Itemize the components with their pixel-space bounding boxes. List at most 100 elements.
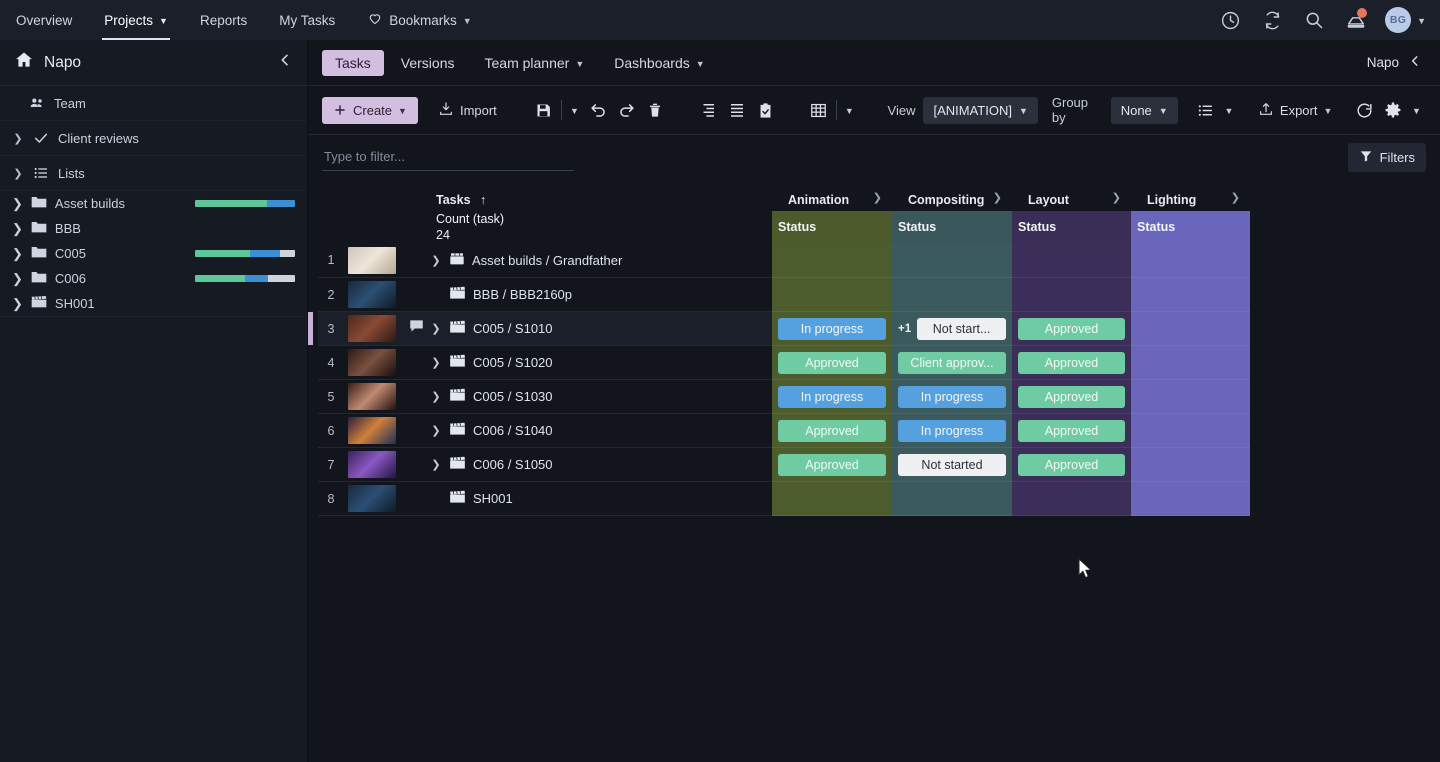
row-note-cell[interactable] <box>402 277 430 312</box>
status-chip[interactable]: In progress <box>898 385 1006 408</box>
sidebar-folder-c006[interactable]: ❯ C006 <box>0 266 307 291</box>
status-chip[interactable]: Approved <box>1018 351 1125 374</box>
undo-icon[interactable] <box>584 95 613 125</box>
inbox-icon[interactable] <box>1337 0 1375 40</box>
table-row[interactable]: 5 ❯ C005 / S1030 In progress In progress A… <box>318 379 1250 414</box>
status-cell-animation[interactable]: Approved <box>772 413 892 448</box>
status-cell-layout[interactable] <box>1012 243 1131 278</box>
search-icon[interactable] <box>1295 0 1333 40</box>
status-cell-layout[interactable]: Approved <box>1012 447 1131 482</box>
status-chip[interactable]: Approved <box>1018 453 1125 476</box>
status-cell-animation[interactable]: Approved <box>772 345 892 380</box>
row-thumbnail-cell[interactable] <box>344 345 402 380</box>
indent-icon[interactable] <box>694 95 723 125</box>
status-cell-compositing[interactable]: In progress <box>892 379 1012 414</box>
gear-icon[interactable] <box>1378 95 1407 125</box>
comment-icon[interactable] <box>409 320 424 337</box>
chevron-right-icon[interactable]: ❯ <box>1231 190 1240 203</box>
export-button[interactable]: Export ▼ <box>1250 95 1341 126</box>
row-name-cell[interactable]: ❯ C005 / S1010 <box>430 311 772 346</box>
status-chip[interactable]: Approved <box>1018 317 1125 340</box>
refresh-icon[interactable] <box>1350 95 1379 125</box>
chevron-right-icon[interactable]: ❯ <box>873 190 882 203</box>
groupby-select[interactable]: None ▼ <box>1110 96 1178 124</box>
tab-dashboards[interactable]: Dashboards ▼ <box>601 50 717 76</box>
sidebar-item-team[interactable]: Team <box>0 86 307 121</box>
chevron-right-icon[interactable]: ❯ <box>993 190 1002 203</box>
user-menu[interactable]: BG ▼ <box>1385 7 1426 33</box>
create-button[interactable]: Create ▼ <box>322 96 418 124</box>
row-name-cell[interactable]: ❯ SH001 <box>430 481 772 516</box>
extra-count-badge[interactable]: +1 <box>898 323 911 335</box>
row-thumbnail-cell[interactable] <box>344 243 402 278</box>
row-note-cell[interactable] <box>402 311 430 346</box>
filters-button[interactable]: Filters <box>1347 143 1426 172</box>
status-chip[interactable]: Not start... <box>917 317 1006 340</box>
tab-team-planner[interactable]: Team planner ▼ <box>472 50 598 76</box>
chevron-right-icon[interactable]: ❯ <box>12 196 23 212</box>
status-cell-animation[interactable] <box>772 481 892 516</box>
chevron-right-icon[interactable]: ❯ <box>12 167 24 180</box>
chevron-right-icon[interactable]: ❯ <box>12 271 23 287</box>
status-chip[interactable]: Not started <box>898 453 1006 476</box>
status-cell-animation[interactable]: In progress <box>772 311 892 346</box>
columns-chevron-down-icon[interactable]: ▼ <box>1220 95 1239 125</box>
group-header-lighting[interactable]: Lighting ❯ <box>1131 180 1250 211</box>
filter-input[interactable] <box>322 144 574 171</box>
group-header-layout[interactable]: Layout ❯ <box>1012 180 1131 211</box>
rows-icon[interactable] <box>723 95 752 125</box>
status-subheader-layout[interactable]: Status <box>1012 211 1131 244</box>
status-chip[interactable]: In progress <box>778 317 886 340</box>
list-view-icon[interactable] <box>1191 95 1220 125</box>
save-options-chevron-down-icon[interactable]: ▼ <box>565 95 584 125</box>
sidebar-item-lists[interactable]: ❯ Lists <box>0 156 307 191</box>
status-chip[interactable]: Approved <box>778 419 886 442</box>
chevron-right-icon[interactable]: ❯ <box>12 246 23 262</box>
status-chip[interactable]: Approved <box>778 351 886 374</box>
tab-versions[interactable]: Versions <box>388 50 468 76</box>
sidebar-collapse-button[interactable] <box>277 52 293 73</box>
status-cell-lighting[interactable] <box>1131 447 1250 482</box>
table-row[interactable]: 4 ❯ C005 / S1020 Approved Client approv..… <box>318 345 1250 380</box>
status-cell-layout[interactable]: Approved <box>1012 379 1131 414</box>
view-select[interactable]: [ANIMATION] ▼ <box>923 96 1038 124</box>
settings-chevron-down-icon[interactable]: ▼ <box>1407 95 1426 125</box>
status-chip[interactable]: Client approv... <box>898 351 1006 374</box>
status-cell-layout[interactable]: Approved <box>1012 311 1131 346</box>
row-name-cell[interactable]: ❯ C006 / S1050 <box>430 447 772 482</box>
status-subheader-lighting[interactable]: Status <box>1131 211 1250 244</box>
status-chip[interactable]: In progress <box>778 385 886 408</box>
status-chip[interactable]: Approved <box>1018 419 1125 442</box>
chevron-right-icon[interactable]: ❯ <box>12 296 23 312</box>
status-cell-compositing[interactable]: Not started <box>892 447 1012 482</box>
row-note-cell[interactable] <box>402 481 430 516</box>
chevron-right-icon[interactable]: ❯ <box>1112 190 1121 203</box>
project-switcher[interactable]: Napo <box>1367 54 1426 71</box>
status-cell-lighting[interactable] <box>1131 311 1250 346</box>
chevron-right-icon[interactable]: ❯ <box>430 424 442 437</box>
sidebar-folder-c005[interactable]: ❯ C005 <box>0 241 307 266</box>
row-thumbnail-cell[interactable] <box>344 311 402 346</box>
nav-item-overview[interactable]: Overview <box>0 0 88 40</box>
sidebar-folder-bbb[interactable]: ❯ BBB <box>0 216 307 241</box>
group-header-animation[interactable]: Animation ❯ <box>772 180 892 211</box>
row-name-cell[interactable]: ❯ C005 / S1020 <box>430 345 772 380</box>
status-cell-animation[interactable]: Approved <box>772 447 892 482</box>
status-cell-lighting[interactable] <box>1131 277 1250 312</box>
status-cell-compositing[interactable]: In progress <box>892 413 1012 448</box>
row-note-cell[interactable] <box>402 243 430 278</box>
row-thumbnail-cell[interactable] <box>344 481 402 516</box>
status-chip[interactable]: Approved <box>778 453 886 476</box>
status-cell-animation[interactable] <box>772 243 892 278</box>
row-thumbnail-cell[interactable] <box>344 413 402 448</box>
status-cell-compositing[interactable] <box>892 243 1012 278</box>
status-cell-lighting[interactable] <box>1131 345 1250 380</box>
table-icon[interactable] <box>804 95 833 125</box>
row-name-cell[interactable]: ❯ C005 / S1030 <box>430 379 772 414</box>
table-row[interactable]: 6 ❯ C006 / S1040 Approved In progress Appr… <box>318 413 1250 448</box>
row-thumbnail-cell[interactable] <box>344 447 402 482</box>
status-cell-lighting[interactable] <box>1131 243 1250 278</box>
chevron-right-icon[interactable]: ❯ <box>430 322 442 335</box>
chevron-right-icon[interactable]: ❯ <box>430 356 442 369</box>
status-subheader-compositing[interactable]: Status <box>892 211 1012 244</box>
